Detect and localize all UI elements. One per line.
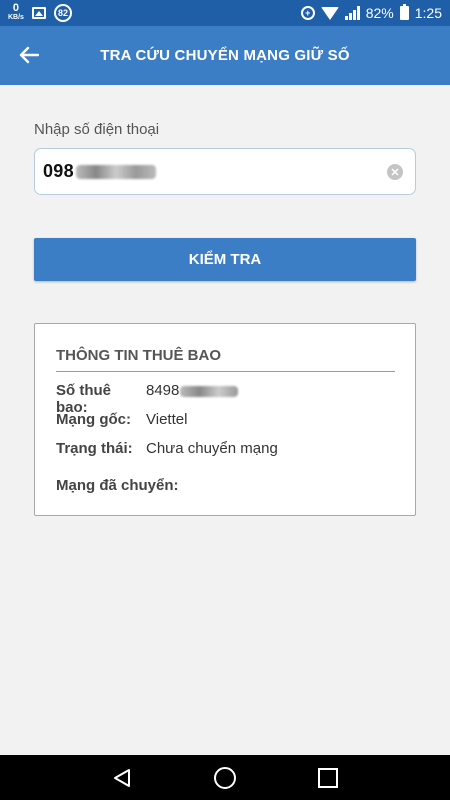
redacted-digits <box>75 164 156 179</box>
subscriber-number-value: 8498 <box>146 382 180 399</box>
image-icon <box>31 7 46 19</box>
info-value: Viettel <box>146 411 188 428</box>
clear-icon[interactable]: ✕ <box>387 164 403 180</box>
status-bar-left: 0 KB/s 82 <box>8 2 72 22</box>
check-button[interactable]: KIỂM TRA <box>34 238 416 281</box>
recents-square-icon <box>318 767 339 788</box>
arrow-left-icon <box>19 46 39 64</box>
phone-input-label: Nhập số điện thoại <box>34 121 160 138</box>
status-bar-right: + 82% 1:25 <box>300 4 442 21</box>
notification-badge: 82 <box>53 4 72 22</box>
sync-icon: + <box>300 6 315 20</box>
info-value: Chưa chuyển mạng <box>146 440 278 457</box>
nav-back-button[interactable] <box>102 758 142 798</box>
network-speed-value: 0 <box>12 2 20 14</box>
subscriber-info-card: THÔNG TIN THUÊ BAO Số thuê bao: 8498 Mạn… <box>34 323 416 516</box>
network-speed: 0 KB/s <box>8 2 24 22</box>
home-circle-icon <box>213 766 236 789</box>
wifi-icon <box>320 6 339 20</box>
info-row-status: Trạng thái: Chưa chuyển mạng <box>56 440 278 457</box>
status-bar: 0 KB/s 82 + 82% 1:25 <box>0 0 450 26</box>
nav-recents-button[interactable] <box>308 758 348 798</box>
back-button[interactable] <box>14 40 44 70</box>
signal-icon <box>344 6 360 20</box>
info-label: Trạng thái: <box>56 440 133 457</box>
redacted-digits <box>180 385 239 397</box>
back-triangle-icon <box>113 768 130 787</box>
info-label: Mạng đã chuyển: <box>56 477 179 494</box>
subscriber-info-title: THÔNG TIN THUÊ BAO <box>56 347 221 364</box>
phone-input[interactable]: 098 ✕ <box>34 148 416 195</box>
app-bar: TRA CỨU CHUYỂN MẠNG GIỮ SỐ <box>0 26 450 85</box>
divider <box>56 371 395 372</box>
page-title: TRA CỨU CHUYỂN MẠNG GIỮ SỐ <box>100 47 350 64</box>
nav-home-button[interactable] <box>205 758 245 798</box>
battery-percent: 82% <box>365 5 394 21</box>
navigation-bar <box>0 755 450 800</box>
info-label: Mạng gốc: <box>56 411 131 428</box>
clock: 1:25 <box>414 5 442 21</box>
info-row-ported-network: Mạng đã chuyển: <box>56 477 179 494</box>
info-row-origin-network: Mạng gốc: Viettel <box>56 411 187 428</box>
battery-icon <box>399 4 409 20</box>
phone-input-value: 098 <box>43 161 74 181</box>
network-speed-unit: KB/s <box>8 14 24 21</box>
